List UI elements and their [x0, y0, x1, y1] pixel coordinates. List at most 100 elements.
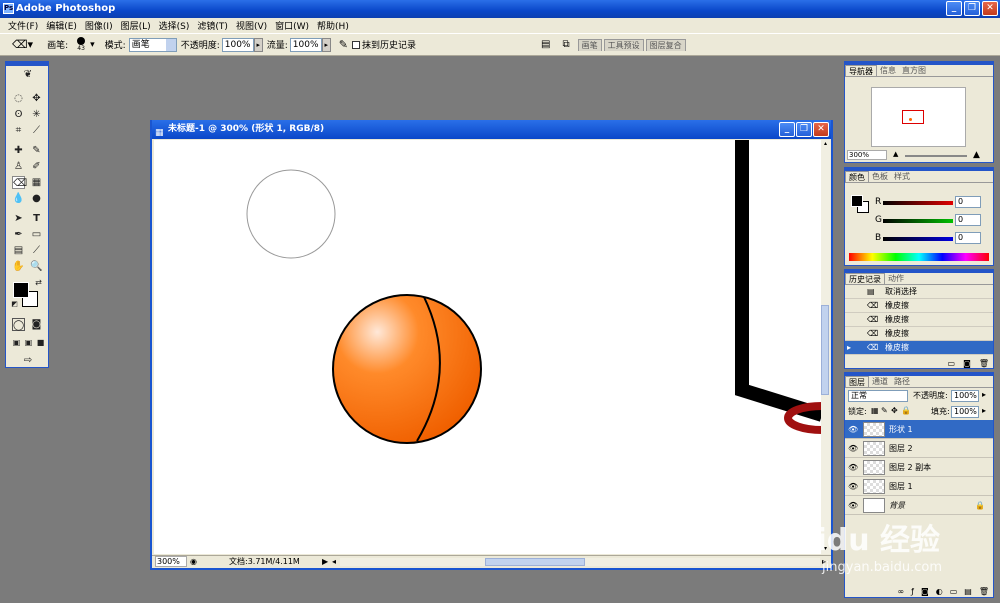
lock-all-icon[interactable]: 🔒: [901, 406, 911, 415]
vertical-scroll-thumb[interactable]: [821, 305, 829, 395]
eyedropper-tool-icon[interactable]: ⟋: [30, 244, 43, 257]
foreground-color-swatch[interactable]: [13, 282, 29, 298]
healing-brush-tool-icon[interactable]: ✚: [12, 144, 25, 157]
lock-image-icon[interactable]: ✎: [881, 406, 888, 415]
canvas[interactable]: [154, 140, 822, 554]
palette-tab-layer-comps[interactable]: 图层复合: [645, 38, 686, 51]
tab-styles[interactable]: 样式: [891, 171, 913, 182]
file-browser-icon[interactable]: ▤: [541, 39, 550, 50]
palette-well-icon[interactable]: ⧉: [562, 39, 569, 50]
color-spectrum-ramp[interactable]: [849, 253, 989, 261]
opacity-input[interactable]: 100%: [221, 37, 254, 52]
visibility-eye-icon[interactable]: 👁: [848, 439, 858, 458]
doc-close-button[interactable]: ✕: [813, 122, 829, 137]
notes-tool-icon[interactable]: ▤: [12, 244, 25, 257]
layer-name[interactable]: 背景: [889, 501, 905, 510]
history-item[interactable]: ⌫ 橡皮擦: [845, 327, 993, 341]
menu-file[interactable]: 文件(F): [4, 19, 42, 32]
delete-layer-icon[interactable]: 🗑: [979, 587, 989, 596]
screen-mode-full-icon[interactable]: ■: [34, 336, 47, 349]
magic-wand-tool-icon[interactable]: ✳: [30, 108, 43, 121]
menu-select[interactable]: 选择(S): [155, 19, 194, 32]
layer-opacity-arrow-icon[interactable]: ▸: [982, 390, 986, 399]
layer-mask-icon[interactable]: ◙: [921, 587, 929, 596]
scroll-left-icon[interactable]: ◂: [332, 556, 336, 568]
tab-color[interactable]: 颜色: [845, 171, 869, 182]
menu-filter[interactable]: 滤镜(T): [193, 19, 232, 32]
brush-dropdown-icon[interactable]: ▾: [90, 40, 95, 50]
navigator-zoom-value[interactable]: 300%: [847, 150, 887, 160]
menu-edit[interactable]: 编辑(E): [42, 19, 81, 32]
tab-history[interactable]: 历史记录: [845, 273, 885, 284]
horizontal-scrollbar[interactable]: [340, 558, 820, 566]
flow-input[interactable]: 100%: [289, 37, 322, 52]
history-item[interactable]: ⌫ 橡皮擦: [845, 299, 993, 313]
new-snapshot-icon[interactable]: ◙: [963, 359, 971, 368]
layer-name[interactable]: 图层 2: [889, 444, 913, 453]
adjustment-layer-icon[interactable]: ◐: [936, 587, 943, 596]
fill-input[interactable]: 100%: [951, 406, 979, 418]
channel-g-input[interactable]: 0: [955, 214, 981, 226]
hand-tool-icon[interactable]: ✋: [12, 260, 25, 273]
visibility-eye-icon[interactable]: 👁: [848, 420, 858, 439]
move-tool-icon[interactable]: ✥: [30, 92, 43, 105]
visibility-eye-icon[interactable]: 👁: [848, 477, 858, 496]
history-brush-tool-icon[interactable]: ✐: [30, 160, 43, 173]
visibility-eye-icon[interactable]: 👁: [848, 496, 858, 515]
navigator-zoom-in-icon[interactable]: ▲: [973, 150, 980, 160]
swap-colors-icon[interactable]: ⇄: [32, 276, 45, 289]
doc-minimize-button[interactable]: _: [779, 122, 795, 137]
navigator-zoom-slider[interactable]: [905, 155, 967, 157]
layer-opacity-input[interactable]: 100%: [951, 390, 979, 402]
marquee-tool-icon[interactable]: ◌: [12, 92, 25, 105]
vertical-scrollbar[interactable]: ▴ ▾: [821, 140, 830, 554]
brush-preview[interactable]: 43: [74, 37, 88, 52]
layer-row[interactable]: 👁 图层 2 副本: [845, 458, 993, 477]
navigator-preview[interactable]: [871, 87, 966, 147]
minimize-button[interactable]: _: [946, 1, 962, 16]
eraser-tool-preset-icon[interactable]: ⌫▾: [12, 38, 33, 51]
menu-window[interactable]: 窗口(W): [271, 19, 313, 32]
new-layer-icon[interactable]: ▤: [964, 587, 972, 596]
erase-history-checkbox[interactable]: [352, 40, 361, 49]
tab-swatches[interactable]: 色板: [869, 171, 891, 182]
lock-position-icon[interactable]: ✥: [891, 406, 898, 415]
default-colors-icon[interactable]: ◩: [8, 298, 21, 311]
history-item-selected[interactable]: ▸ ⌫ 橡皮擦: [845, 341, 993, 355]
palette-tab-brushes[interactable]: 画笔: [577, 38, 602, 51]
blur-tool-icon[interactable]: 💧: [12, 192, 25, 205]
channel-r-input[interactable]: 0: [955, 196, 981, 208]
channel-g-slider[interactable]: [883, 219, 953, 223]
layer-row-selected[interactable]: 👁 形状 1: [845, 420, 993, 439]
scroll-up-icon[interactable]: ▴: [821, 140, 830, 149]
channel-b-slider[interactable]: [883, 237, 953, 241]
standard-mode-icon[interactable]: ◯: [12, 318, 25, 331]
horizontal-scroll-thumb[interactable]: [485, 558, 585, 566]
close-button[interactable]: ✕: [982, 1, 998, 16]
path-selection-tool-icon[interactable]: ➤: [12, 212, 25, 225]
history-brush-marker-icon[interactable]: ▸: [847, 341, 851, 355]
layer-row[interactable]: 👁 图层 1: [845, 477, 993, 496]
tab-info[interactable]: 信息: [877, 65, 899, 76]
jump-to-imageready-icon[interactable]: ⇨: [18, 354, 38, 367]
layer-name[interactable]: 图层 2 副本: [889, 463, 931, 472]
tab-channels[interactable]: 通道: [869, 376, 891, 387]
brush-tool-icon[interactable]: ✎: [30, 144, 43, 157]
navigator-view-box[interactable]: [902, 110, 924, 124]
tab-navigator[interactable]: 导航器: [845, 65, 877, 76]
shape-tool-icon[interactable]: ▭: [30, 228, 43, 241]
lasso-tool-icon[interactable]: ʘ: [12, 108, 25, 121]
restore-button[interactable]: ❐: [964, 1, 980, 16]
new-group-icon[interactable]: ▭: [950, 587, 958, 596]
tab-histogram[interactable]: 直方图: [899, 65, 929, 76]
clone-stamp-tool-icon[interactable]: ♙: [12, 160, 25, 173]
channel-r-slider[interactable]: [883, 201, 953, 205]
type-tool-icon[interactable]: T: [30, 212, 43, 225]
layer-name[interactable]: 图层 1: [889, 482, 913, 491]
menu-help[interactable]: 帮助(H): [313, 19, 353, 32]
flow-slider-arrow[interactable]: ▸: [321, 37, 331, 52]
gradient-tool-icon[interactable]: ▦: [30, 176, 43, 189]
slice-tool-icon[interactable]: ⟋: [30, 124, 43, 137]
link-layers-icon[interactable]: ∞: [897, 587, 904, 596]
dodge-tool-icon[interactable]: ●: [30, 192, 43, 205]
